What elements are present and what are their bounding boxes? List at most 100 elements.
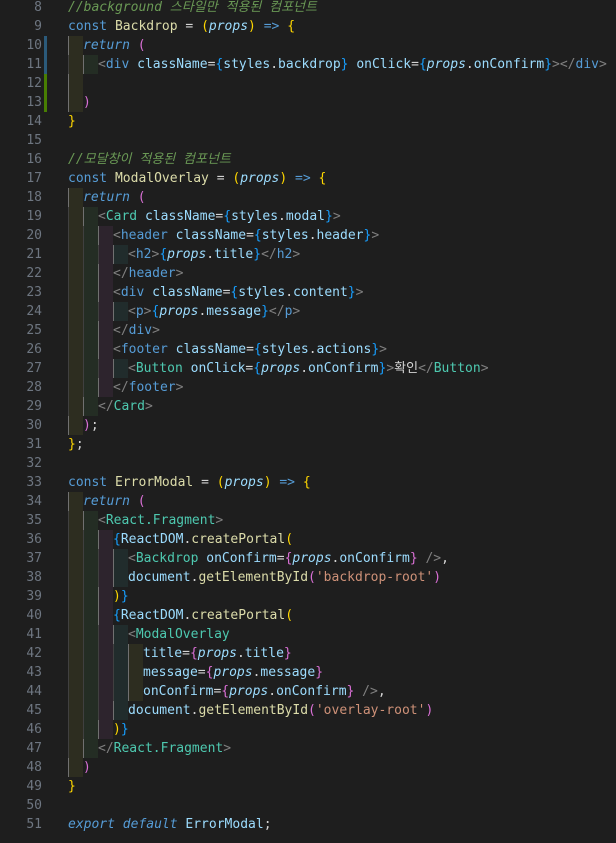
git-added-marker[interactable] <box>44 74 47 93</box>
code-line[interactable]: 45 document.getElementById('overlay-root'… <box>0 701 616 720</box>
indent-guide <box>83 549 98 568</box>
code-content[interactable]: <header className={styles.header}> <box>68 226 616 245</box>
code-content[interactable]: return ( <box>68 492 616 511</box>
code-content[interactable]: <Backdrop onConfirm={props.onConfirm} />… <box>68 549 616 568</box>
code-line[interactable]: 32 <box>0 454 616 473</box>
code-content[interactable]: </React.Fragment> <box>68 739 616 758</box>
code-token: createPortal <box>191 532 286 547</box>
indent-guide <box>83 644 98 663</box>
code-content[interactable]: } <box>68 777 616 796</box>
code-line[interactable]: 14} <box>0 112 616 131</box>
code-line[interactable]: 17 const ModalOverlay = (props) => { <box>0 169 616 188</box>
code-line[interactable]: 18 return ( <box>0 188 616 207</box>
code-content[interactable]: //background 스타일만 적용된 컴포넌트 <box>68 0 616 17</box>
line-number: 47 <box>26 741 42 756</box>
code-line[interactable]: 9 const Backdrop = (props) => { <box>0 17 616 36</box>
code-line[interactable]: 33 const ErrorModal = (props) => { <box>0 473 616 492</box>
code-line[interactable]: 15 <box>0 131 616 150</box>
code-content[interactable]: message={props.message} <box>68 663 616 682</box>
code-line[interactable]: 31}; <box>0 435 616 454</box>
code-line[interactable]: 16 //모달창이 적용된 컴포넌트 <box>0 150 616 169</box>
code-line[interactable]: 42 title={props.title} <box>0 644 616 663</box>
code-content[interactable]: onConfirm={props.onConfirm} />, <box>68 682 616 701</box>
code-line[interactable]: 19 <Card className={styles.modal}> <box>0 207 616 226</box>
git-modified-marker[interactable] <box>44 36 47 55</box>
code-content[interactable]: )} <box>68 587 616 606</box>
code-line[interactable]: 23 <div className={styles.content}> <box>0 283 616 302</box>
code-content[interactable]: </div> <box>68 321 616 340</box>
code-line[interactable]: 20 <header className={styles.header}> <box>0 226 616 245</box>
code-content[interactable]: )} <box>68 720 616 739</box>
code-content[interactable]: export default ErrorModal; <box>68 815 616 834</box>
code-line[interactable]: 22 </header> <box>0 264 616 283</box>
code-line[interactable]: 47 </React.Fragment> <box>0 739 616 758</box>
code-content[interactable]: <React.Fragment> <box>68 511 616 530</box>
code-content[interactable]: const Backdrop = (props) => { <box>68 17 616 36</box>
code-editor[interactable]: 8 //background 스타일만 적용된 컴포넌트 9 const Backdr… <box>0 0 616 834</box>
code-content[interactable]: {ReactDOM.createPortal( <box>68 530 616 549</box>
code-content[interactable]: title={props.title} <box>68 644 616 663</box>
code-content[interactable]: document.getElementById('overlay-root') <box>68 701 616 720</box>
code-line[interactable]: 13) <box>0 93 616 112</box>
code-line[interactable]: 48) <box>0 758 616 777</box>
code-content[interactable]: <Button onClick={props.onConfirm}>확인</Bu… <box>68 359 616 378</box>
code-line[interactable]: 21 <h2>{props.title}</h2> <box>0 245 616 264</box>
code-line[interactable]: 28 </footer> <box>0 378 616 397</box>
code-content[interactable]: <p>{props.message}</p> <box>68 302 616 321</box>
code-content[interactable]: <footer className={styles.actions}> <box>68 340 616 359</box>
code-line[interactable]: 29 </Card> <box>0 397 616 416</box>
code-content[interactable]: document.getElementById('backdrop-root') <box>68 568 616 587</box>
code-line[interactable]: 43 message={props.message} <box>0 663 616 682</box>
code-line[interactable]: 37 <Backdrop onConfirm={props.onConfirm} … <box>0 549 616 568</box>
code-line[interactable]: 26 <footer className={styles.actions}> <box>0 340 616 359</box>
git-added-marker[interactable] <box>44 93 47 112</box>
code-content[interactable]: }; <box>68 435 616 454</box>
code-token: ; <box>263 817 272 832</box>
code-content[interactable]: </header> <box>68 264 616 283</box>
code-line[interactable]: 25 </div> <box>0 321 616 340</box>
code-content[interactable]: </Card> <box>68 397 616 416</box>
code-line[interactable]: 50 <box>0 796 616 815</box>
code-line[interactable]: 49} <box>0 777 616 796</box>
code-content[interactable]: ) <box>68 93 616 112</box>
code-line[interactable]: 40 {ReactDOM.createPortal( <box>0 606 616 625</box>
code-content[interactable]: {ReactDOM.createPortal( <box>68 606 616 625</box>
code-content[interactable]: </footer> <box>68 378 616 397</box>
code-content[interactable]: <div className={styles.backdrop} onClick… <box>68 55 616 74</box>
code-content[interactable]: const ModalOverlay = (props) => { <box>68 169 616 188</box>
code-content[interactable]: } <box>68 112 616 131</box>
code-content[interactable]: const ErrorModal = (props) => { <box>68 473 616 492</box>
code-line[interactable]: 36 {ReactDOM.createPortal( <box>0 530 616 549</box>
code-content[interactable]: <Card className={styles.modal}> <box>68 207 616 226</box>
code-line[interactable]: 38 document.getElementById('backdrop-root… <box>0 568 616 587</box>
code-content[interactable]: ) <box>68 758 616 777</box>
code-content[interactable]: ); <box>68 416 616 435</box>
code-line[interactable]: 11 <div className={styles.backdrop} onCli… <box>0 55 616 74</box>
code-token: = <box>197 665 206 680</box>
code-line[interactable]: 44 onConfirm={props.onConfirm} />, <box>0 682 616 701</box>
code-line[interactable]: 24 <p>{props.message}</p> <box>0 302 616 321</box>
git-modified-marker[interactable] <box>44 55 47 74</box>
code-line[interactable]: 39)} <box>0 587 616 606</box>
code-line[interactable]: 27 <Button onClick={props.onConfirm}>확인</… <box>0 359 616 378</box>
code-content[interactable]: <ModalOverlay <box>68 625 616 644</box>
code-line[interactable]: 35 <React.Fragment> <box>0 511 616 530</box>
code-content[interactable]: return ( <box>68 36 616 55</box>
code-token: </ <box>113 323 129 338</box>
code-line[interactable]: 12 <box>0 74 616 93</box>
code-line[interactable]: 10 return ( <box>0 36 616 55</box>
indent-guide <box>68 226 83 245</box>
code-line[interactable]: 46)} <box>0 720 616 739</box>
code-content[interactable]: <h2>{props.title}</h2> <box>68 245 616 264</box>
code-line[interactable]: 30); <box>0 416 616 435</box>
code-content[interactable]: //모달창이 적용된 컴포넌트 <box>68 150 616 169</box>
code-line[interactable]: 51 export default ErrorModal; <box>0 815 616 834</box>
code-line[interactable]: 34 return ( <box>0 492 616 511</box>
code-content[interactable]: return ( <box>68 188 616 207</box>
code-line[interactable]: 41 <ModalOverlay <box>0 625 616 644</box>
code-content[interactable]: <div className={styles.content}> <box>68 283 616 302</box>
code-token: title <box>143 646 183 661</box>
code-line[interactable]: 8 //background 스타일만 적용된 컴포넌트 <box>0 0 616 17</box>
code-text: <React.Fragment> <box>98 513 223 528</box>
indent-guide <box>113 245 128 264</box>
